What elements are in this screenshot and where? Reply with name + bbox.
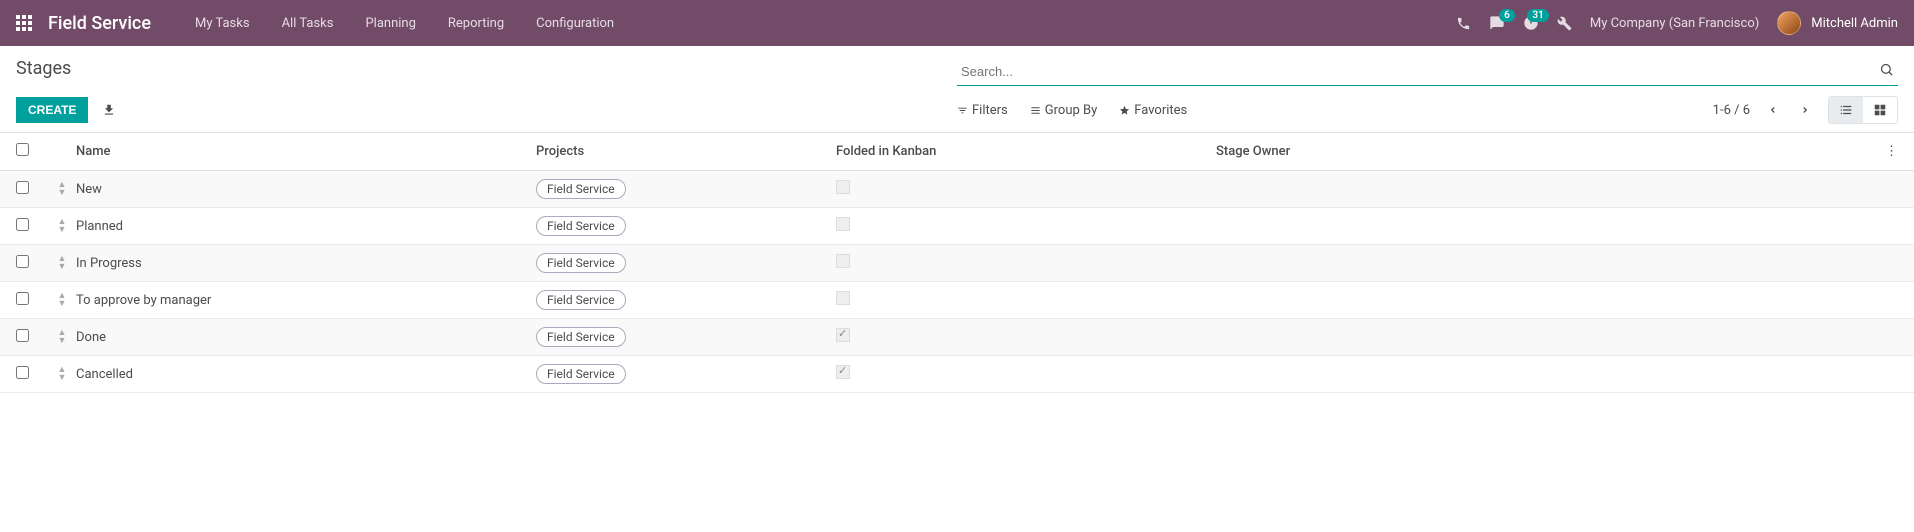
table-row[interactable]: ▲▼ New Field Service <box>0 171 1914 208</box>
main-navbar: Field Service My Tasks All Tasks Plannin… <box>0 0 1914 46</box>
list-icon <box>1030 105 1041 116</box>
debug-icon[interactable] <box>1557 16 1572 31</box>
project-tag[interactable]: Field Service <box>536 253 626 273</box>
view-switcher <box>1828 96 1898 124</box>
drag-handle-icon[interactable]: ▲▼ <box>48 256 76 271</box>
row-checkbox[interactable] <box>16 255 29 268</box>
folded-checkbox[interactable] <box>836 365 850 379</box>
create-button[interactable]: CREATE <box>16 97 88 123</box>
cell-name: Planned <box>76 219 536 234</box>
row-checkbox[interactable] <box>16 181 29 194</box>
drag-handle-icon[interactable]: ▲▼ <box>48 330 76 345</box>
header-name[interactable]: Name <box>76 144 536 159</box>
select-all-checkbox[interactable] <box>16 143 29 156</box>
search-input[interactable] <box>957 58 1898 86</box>
apps-icon[interactable] <box>16 15 32 31</box>
kanban-view-button[interactable] <box>1863 97 1897 123</box>
cell-name: Cancelled <box>76 367 536 382</box>
control-panel: Stages CREATE Filters Group By Favorites <box>0 46 1914 133</box>
nav-item-planning[interactable]: Planning <box>349 0 431 46</box>
project-tag[interactable]: Field Service <box>536 216 626 236</box>
drag-handle-icon[interactable]: ▲▼ <box>48 293 76 308</box>
cell-projects: Field Service <box>536 327 836 347</box>
filters-button[interactable]: Filters <box>957 103 1008 118</box>
activities-badge: 31 <box>1527 9 1548 22</box>
table-row[interactable]: ▲▼ Planned Field Service <box>0 208 1914 245</box>
project-tag[interactable]: Field Service <box>536 290 626 310</box>
cell-name: Done <box>76 330 536 345</box>
cell-folded <box>836 328 1216 346</box>
messages-badge: 6 <box>1499 9 1515 22</box>
cell-folded <box>836 291 1216 309</box>
messages-icon[interactable]: 6 <box>1489 15 1505 31</box>
star-icon <box>1119 105 1130 116</box>
cell-projects: Field Service <box>536 179 836 199</box>
nav-right: 6 31 My Company (San Francisco) Mitchell… <box>1456 11 1898 35</box>
cell-folded <box>836 365 1216 383</box>
nav-item-reporting[interactable]: Reporting <box>432 0 520 46</box>
row-checkbox[interactable] <box>16 366 29 379</box>
phone-icon[interactable] <box>1456 16 1471 31</box>
cell-name: In Progress <box>76 256 536 271</box>
cell-projects: Field Service <box>536 364 836 384</box>
folded-checkbox[interactable] <box>836 291 850 305</box>
app-brand[interactable]: Field Service <box>48 13 151 34</box>
project-tag[interactable]: Field Service <box>536 179 626 199</box>
user-menu[interactable]: Mitchell Admin <box>1777 11 1898 35</box>
project-tag[interactable]: Field Service <box>536 327 626 347</box>
nav-item-my-tasks[interactable]: My Tasks <box>179 0 266 46</box>
funnel-icon <box>957 105 968 116</box>
folded-checkbox[interactable] <box>836 328 850 342</box>
drag-handle-icon[interactable]: ▲▼ <box>48 219 76 234</box>
folded-checkbox[interactable] <box>836 180 850 194</box>
cell-folded <box>836 217 1216 235</box>
export-icon[interactable] <box>102 103 116 117</box>
drag-handle-icon[interactable]: ▲▼ <box>48 182 76 197</box>
cell-name: New <box>76 182 536 197</box>
folded-checkbox[interactable] <box>836 217 850 231</box>
cell-projects: Field Service <box>536 253 836 273</box>
nav-item-configuration[interactable]: Configuration <box>520 0 630 46</box>
list-view-icon <box>1839 103 1853 117</box>
table-row[interactable]: ▲▼ Done Field Service <box>0 319 1914 356</box>
table-row[interactable]: ▲▼ In Progress Field Service <box>0 245 1914 282</box>
pager-text[interactable]: 1-6 / 6 <box>1713 103 1750 118</box>
header-folded[interactable]: Folded in Kanban <box>836 144 1216 159</box>
header-owner[interactable]: Stage Owner <box>1216 144 1874 159</box>
cell-folded <box>836 180 1216 198</box>
project-tag[interactable]: Field Service <box>536 364 626 384</box>
cell-name: To approve by manager <box>76 293 536 308</box>
columns-menu-icon[interactable]: ⋮ <box>1874 144 1898 159</box>
table-row[interactable]: ▲▼ To approve by manager Field Service <box>0 282 1914 319</box>
table-header: Name Projects Folded in Kanban Stage Own… <box>0 133 1914 171</box>
favorites-button[interactable]: Favorites <box>1119 103 1187 118</box>
row-checkbox[interactable] <box>16 218 29 231</box>
table-row[interactable]: ▲▼ Cancelled Field Service <box>0 356 1914 393</box>
activities-icon[interactable]: 31 <box>1523 15 1539 31</box>
header-projects[interactable]: Projects <box>536 144 836 159</box>
search-icon[interactable] <box>1879 62 1894 77</box>
groupby-button[interactable]: Group By <box>1030 103 1098 118</box>
cell-projects: Field Service <box>536 290 836 310</box>
page-title: Stages <box>16 58 71 79</box>
list-view: Name Projects Folded in Kanban Stage Own… <box>0 133 1914 393</box>
nav-item-all-tasks[interactable]: All Tasks <box>266 0 350 46</box>
cell-folded <box>836 254 1216 272</box>
list-view-button[interactable] <box>1829 97 1863 123</box>
user-name: Mitchell Admin <box>1811 16 1898 31</box>
pager-next-icon[interactable] <box>1796 101 1814 119</box>
nav-menu: My Tasks All Tasks Planning Reporting Co… <box>179 0 630 46</box>
company-selector[interactable]: My Company (San Francisco) <box>1590 16 1759 31</box>
row-checkbox[interactable] <box>16 329 29 342</box>
drag-handle-icon[interactable]: ▲▼ <box>48 367 76 382</box>
row-checkbox[interactable] <box>16 292 29 305</box>
pager-prev-icon[interactable] <box>1764 101 1782 119</box>
kanban-view-icon <box>1873 103 1887 117</box>
avatar <box>1777 11 1801 35</box>
folded-checkbox[interactable] <box>836 254 850 268</box>
cell-projects: Field Service <box>536 216 836 236</box>
